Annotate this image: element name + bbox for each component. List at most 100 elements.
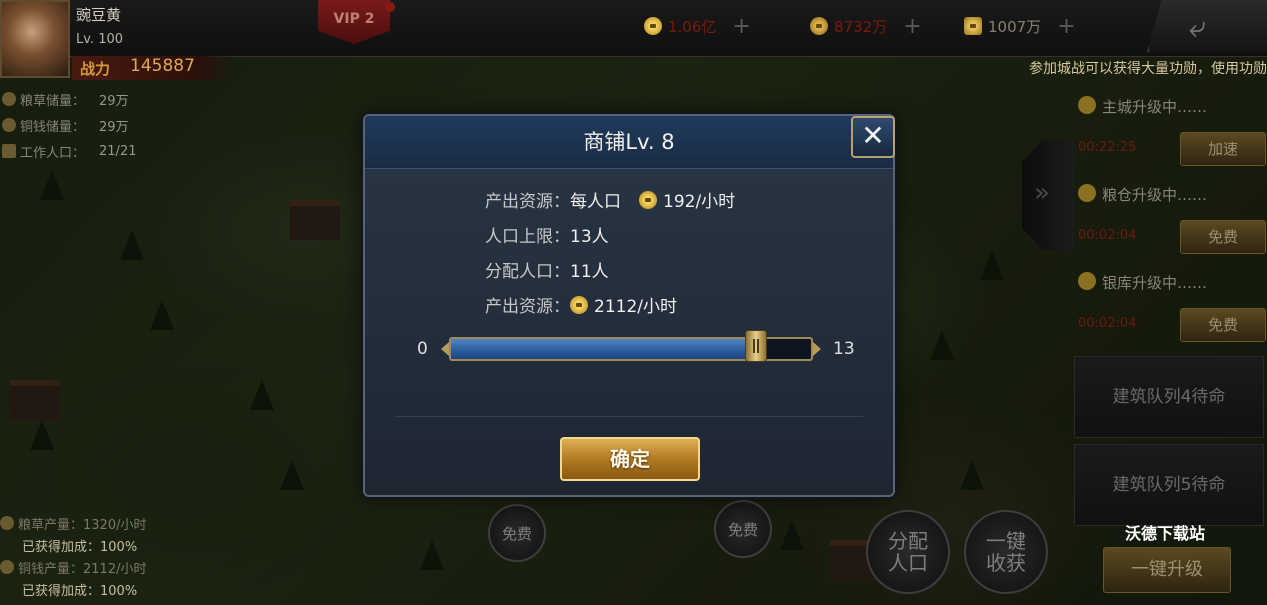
resource-grain: 8732万 +: [810, 12, 922, 40]
info-row: 人口上限： 13人: [485, 217, 735, 252]
add-merit-button[interactable]: +: [1057, 14, 1075, 39]
merit-icon: [964, 17, 982, 35]
player-name: 豌豆黄: [76, 6, 122, 24]
slider-max-label: 13: [833, 339, 855, 359]
harvest-all-button[interactable]: 一键 收获: [964, 510, 1048, 594]
info-row: 产出资源： 2112/小时: [485, 287, 735, 322]
free-collect-button[interactable]: 免费: [488, 504, 546, 562]
grain-icon: [810, 17, 828, 35]
info-row: 产出资源： 每人口 192/小时: [485, 182, 735, 217]
upgrade-all-button[interactable]: 一键升级: [1103, 547, 1231, 593]
slider-min-label: 0: [417, 339, 428, 359]
close-icon: ✕: [861, 119, 885, 152]
production-stats: 粮草产量：1320/小时 已获得加成：100% 铜钱产量：2112/小时 已获得…: [0, 512, 230, 600]
divider: [395, 416, 863, 417]
production-label: 铜钱产量：2112/小时: [18, 561, 147, 577]
info-value-text: 192/小时: [663, 192, 736, 212]
production-label: 粮草产量：1320/小时: [18, 517, 147, 533]
queue-timer: 00:22:25: [1078, 140, 1137, 155]
resource-coin: 1.06亿 +: [644, 12, 751, 40]
power-value: 145887: [130, 56, 195, 76]
slider-fill: [451, 339, 756, 359]
coin-icon: [639, 190, 657, 209]
queue-item: 银库升级中…… 00:02:04 免费: [1072, 258, 1267, 342]
news-ticker: 参加城战可以获得大量功勋，使用功勋: [1029, 61, 1267, 77]
top-bar: [0, 0, 1267, 57]
coin-icon: [1078, 96, 1096, 114]
slider-handle[interactable]: [744, 330, 767, 362]
free-collect-button[interactable]: 免费: [714, 500, 772, 558]
stat-grain: 粮草储量： 29万: [0, 86, 160, 112]
info-value-text: 2112/小时: [594, 297, 677, 317]
collapse-panel-tab[interactable]: »: [1022, 140, 1074, 250]
watermark: 沃德下载站: [1125, 524, 1206, 543]
queue-item: 主城升级中…… 00:22:25 加速: [1072, 82, 1267, 166]
production-coin-bonus: 已获得加成：100%: [0, 578, 230, 600]
production-bonus: 已获得加成：100%: [22, 583, 138, 599]
worker-icon: [2, 144, 16, 158]
resource-merit-value: 1007万: [988, 17, 1042, 36]
avatar[interactable]: [0, 0, 70, 78]
info-value: 2112/小时: [570, 292, 677, 317]
stat-value: 29万: [99, 93, 129, 109]
dialog-title: 商铺Lv. 8: [583, 130, 675, 154]
info-value: 每人口 192/小时: [570, 187, 735, 212]
stat-label: 粮草储量：: [20, 93, 86, 109]
queue-title: 银库升级中……: [1102, 274, 1208, 292]
resource-merit: 1007万 +: [964, 12, 1076, 40]
stat-coin: 铜钱储量： 29万: [0, 112, 160, 138]
info-label: 产出资源：: [485, 192, 570, 212]
queue-item: 粮仓升级中…… 00:02:04 免费: [1072, 170, 1267, 254]
coin-icon: [644, 17, 662, 35]
confirm-button[interactable]: 确定: [560, 437, 700, 481]
stat-value: 21/21: [99, 143, 137, 159]
coin-icon: [2, 118, 16, 132]
back-arrow-icon: ⤶: [1189, 10, 1206, 45]
production-coin: 铜钱产量：2112/小时: [0, 556, 230, 578]
power-label: 战力: [80, 60, 111, 78]
queue-idle-slot[interactable]: 建筑队列4待命: [1074, 356, 1264, 438]
back-button[interactable]: ⤶: [1147, 0, 1267, 52]
info-value: 11人: [570, 262, 609, 282]
info-value: 13人: [570, 227, 609, 247]
resource-grain-value: 8732万: [834, 17, 888, 36]
production-grain-bonus: 已获得加成：100%: [0, 534, 230, 556]
double-chevron-icon: »: [1034, 178, 1050, 208]
coin-icon: [1078, 184, 1096, 202]
queue-idle-slot[interactable]: 建筑队列5待命: [1074, 444, 1264, 526]
info-row: 分配人口： 11人: [485, 252, 735, 287]
stat-value: 29万: [99, 119, 129, 135]
stat-workers: 工作人口： 21/21: [0, 138, 160, 164]
resource-coin-value: 1.06亿: [668, 17, 717, 36]
queue-title: 粮仓升级中……: [1102, 186, 1208, 204]
player-level: Lv. 100: [76, 32, 124, 47]
info-label: 人口上限：: [485, 227, 570, 247]
info-label: 分配人口：: [485, 262, 570, 282]
slider-increase-arrow[interactable]: [813, 342, 821, 356]
coin-icon: [570, 295, 588, 314]
storage-stats: 粮草储量： 29万 铜钱储量： 29万 工作人口： 21/21: [0, 86, 160, 164]
slider-decrease-arrow[interactable]: [441, 342, 449, 356]
grain-icon: [2, 92, 16, 106]
add-grain-button[interactable]: +: [903, 14, 921, 39]
assign-population-button[interactable]: 分配 人口: [866, 510, 950, 594]
coin-icon: [1078, 272, 1096, 290]
speed-up-button[interactable]: 加速: [1180, 132, 1266, 166]
queue-timer: 00:02:04: [1078, 228, 1137, 243]
queue-title: 主城升级中……: [1102, 98, 1208, 116]
queue-timer: 00:02:04: [1078, 316, 1137, 331]
shop-dialog: 商铺Lv. 8 ✕ 产出资源： 每人口 192/小时 人口上限： 13人 分配人…: [363, 114, 895, 497]
production-bonus: 已获得加成：100%: [22, 539, 138, 555]
add-coin-button[interactable]: +: [732, 14, 750, 39]
shop-info: 产出资源： 每人口 192/小时 人口上限： 13人 分配人口： 11人 产出资…: [485, 182, 735, 322]
production-grain: 粮草产量：1320/小时: [0, 512, 230, 534]
info-value-prefix: 每人口: [570, 192, 621, 212]
stat-label: 铜钱储量：: [20, 119, 86, 135]
notification-dot: [385, 2, 395, 12]
close-button[interactable]: ✕: [851, 116, 895, 158]
grain-icon: [0, 516, 14, 530]
coin-icon: [0, 560, 14, 574]
free-finish-button[interactable]: 免费: [1180, 308, 1266, 342]
stat-label: 工作人口：: [20, 145, 86, 161]
free-finish-button[interactable]: 免费: [1180, 220, 1266, 254]
